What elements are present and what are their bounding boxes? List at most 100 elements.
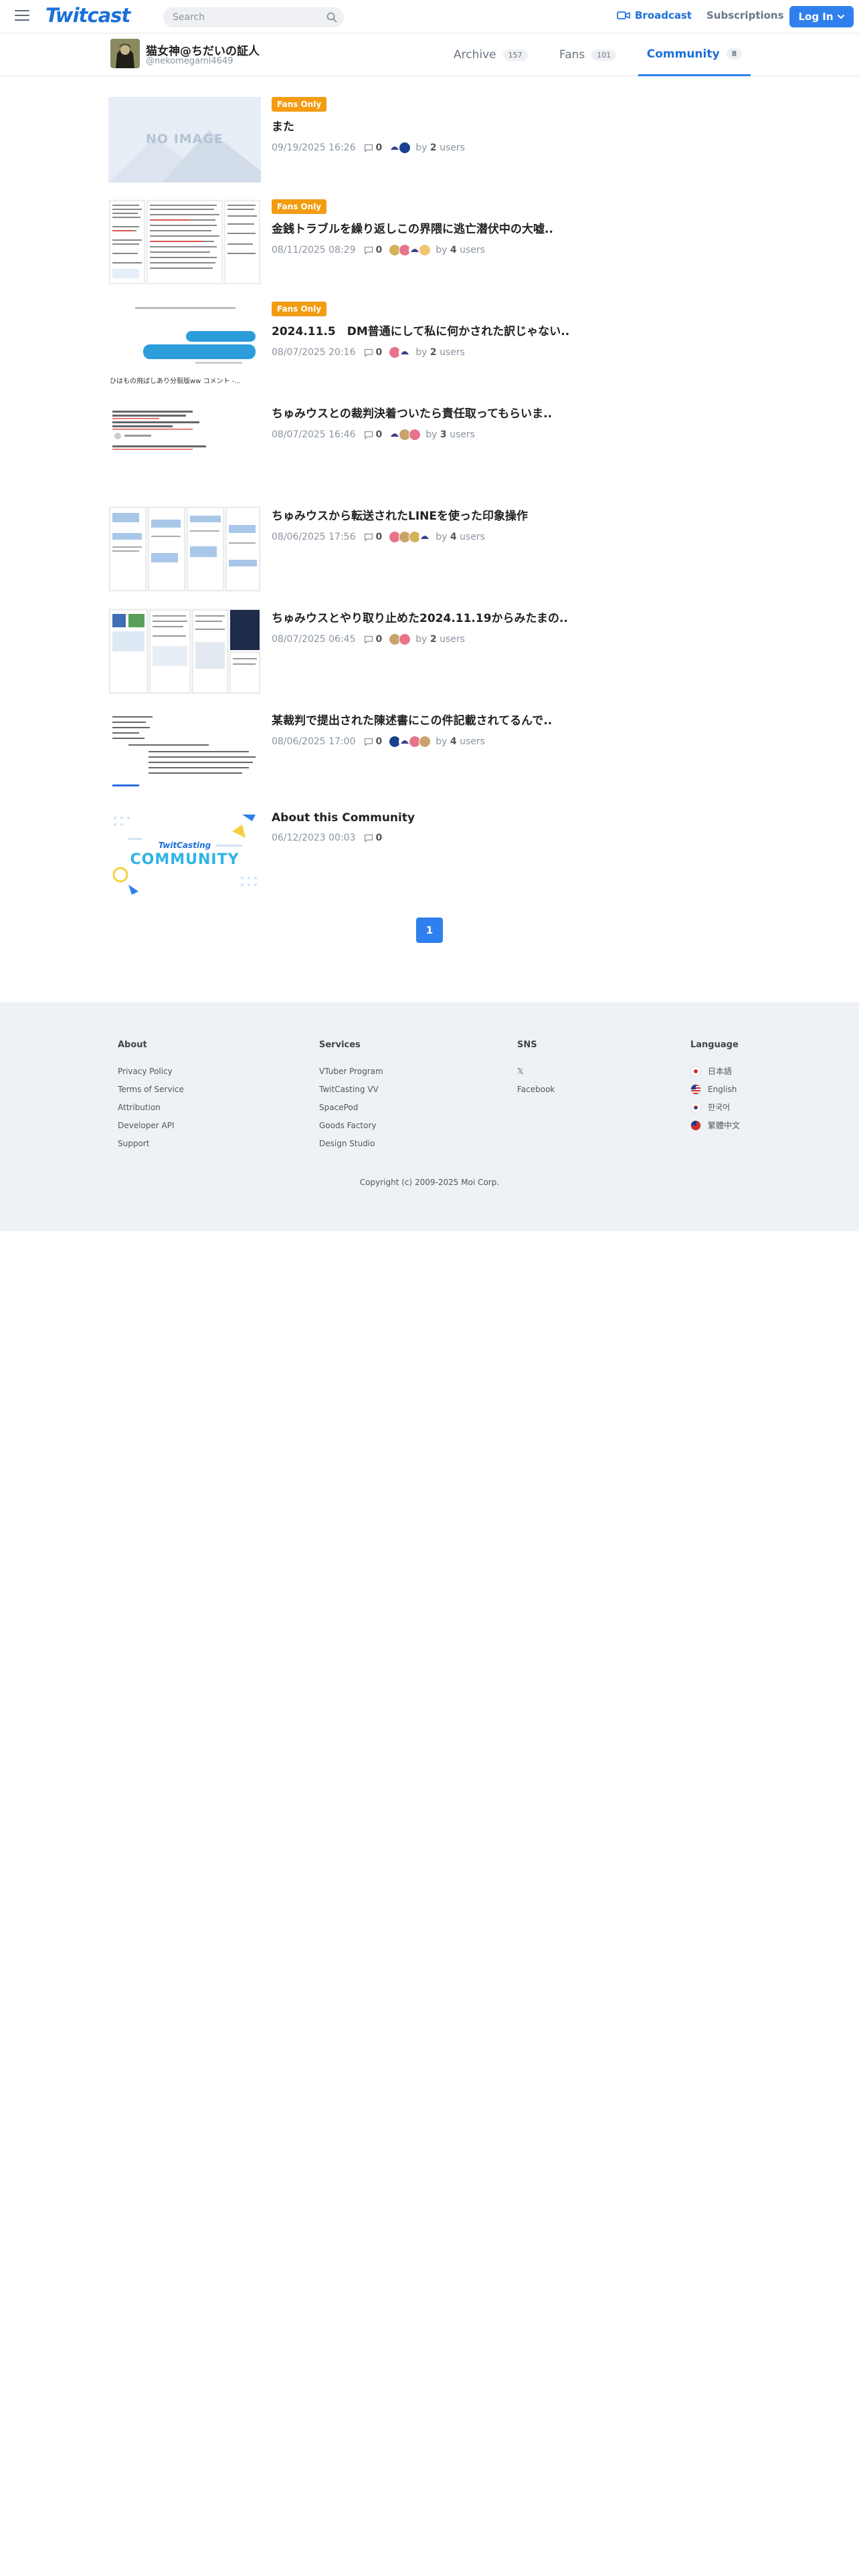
footer-link[interactable]: TwitCasting VV — [319, 1084, 383, 1094]
subscriptions-link[interactable]: Subscriptions — [706, 9, 784, 21]
search-icon[interactable] — [326, 12, 337, 23]
footer-link[interactable]: Developer API — [118, 1120, 184, 1130]
footer-sns: SNS 𝕏 Facebook — [517, 1040, 555, 1102]
by-users-text: by 2 users — [415, 634, 465, 645]
user-avatar-icon — [399, 346, 411, 358]
comment-count: 0 — [364, 245, 382, 255]
post-title[interactable]: また — [272, 117, 740, 134]
post-meta: 08/07/2025 16:46 0 by 3 users — [272, 429, 740, 441]
footer: About Privacy Policy Terms of Service At… — [0, 1002, 859, 1231]
comment-count: 0 — [364, 347, 382, 358]
comment-icon — [364, 834, 373, 843]
broadcast-button[interactable]: Broadcast — [617, 9, 692, 21]
avatar[interactable] — [110, 39, 140, 68]
post-body: Fans Only 金銭トラブルを繰り返しこの界隈に逃亡潜伏中の大嘘.. 08/… — [272, 199, 740, 256]
user-avatar-icon — [419, 244, 432, 256]
footer-link[interactable]: SpacePod — [319, 1102, 383, 1112]
post-thumbnail[interactable]: ひはもの飛ばしあり分裂版ww コメント -... — [108, 302, 261, 387]
post-meta: 08/07/2025 06:45 0 by 2 users — [272, 633, 740, 645]
post-thumbnail[interactable] — [108, 711, 261, 796]
fans-only-badge: Fans Only — [272, 302, 327, 316]
liked-users[interactable] — [389, 346, 411, 358]
korea-flag-icon — [690, 1101, 701, 1113]
language-japanese[interactable]: 日本語 — [690, 1065, 740, 1077]
by-users-text: by 2 users — [415, 142, 465, 153]
us-flag-icon — [690, 1083, 701, 1095]
comment-icon — [364, 348, 373, 357]
footer-link[interactable]: Privacy Policy — [118, 1066, 184, 1076]
page-button-1[interactable]: 1 — [416, 918, 443, 943]
hamburger-menu-icon[interactable] — [15, 10, 29, 22]
video-camera-icon — [617, 11, 630, 19]
post-title[interactable]: About this Community — [272, 811, 740, 825]
tab-archive[interactable]: Archive 157 — [454, 33, 528, 76]
post-title[interactable]: 2024.11.5 DM普通にして私に何かされた訳じゃない.. — [272, 322, 740, 338]
login-button[interactable]: Log In — [789, 6, 854, 27]
liked-users[interactable] — [389, 244, 432, 256]
broadcast-label: Broadcast — [635, 9, 692, 21]
post-thumbnail[interactable] — [108, 199, 261, 285]
language-traditional-chinese[interactable]: 繁體中文 — [690, 1119, 740, 1131]
search-input[interactable] — [163, 7, 310, 27]
post-meta: 09/19/2025 16:26 0 by 2 users — [272, 142, 740, 154]
footer-link[interactable]: Attribution — [118, 1102, 184, 1112]
footer-link[interactable]: Terms of Service — [118, 1084, 184, 1094]
footer-link[interactable]: Support — [118, 1138, 184, 1148]
comment-count: 0 — [364, 142, 382, 153]
comment-icon — [364, 144, 373, 152]
tab-fans[interactable]: Fans 101 — [559, 33, 617, 76]
liked-users[interactable] — [389, 142, 411, 154]
liked-users[interactable] — [389, 531, 432, 543]
post-thumbnail[interactable]: TwitCasting COMMUNITY — [108, 811, 261, 897]
post-title[interactable]: ちゅみウスとやり取り止めた2024.11.19からみたまの.. — [272, 609, 740, 625]
footer-heading: About — [118, 1040, 147, 1050]
footer-heading: SNS — [517, 1040, 537, 1050]
community-post[interactable]: Fans Only 金銭トラブルを繰り返しこの界隈に逃亡潜伏中の大嘘.. 08/… — [108, 199, 751, 285]
community-post[interactable]: ひはもの飛ばしあり分裂版ww コメント -... Fans Only 2024.… — [108, 302, 751, 387]
footer-link[interactable]: Goods Factory — [319, 1120, 383, 1130]
profile-bar: 猫女神@ちだいの証人 @nekomegami4649 Archive 157 F… — [0, 33, 859, 76]
facebook-link[interactable]: Facebook — [517, 1084, 555, 1094]
user-avatar-icon — [419, 531, 432, 543]
community-post[interactable]: ちゅみウスとやり取り止めた2024.11.19からみたまの.. 08/07/20… — [108, 609, 751, 694]
twitcast-logo[interactable]: Twitcast — [45, 4, 130, 27]
post-date: 08/06/2025 17:00 — [272, 736, 356, 747]
twitcasting-brand: TwitCasting — [158, 841, 211, 850]
footer-services: Services VTuber Program TwitCasting VV S… — [319, 1040, 383, 1156]
tab-label: Fans — [559, 48, 585, 62]
footer-heading: Language — [690, 1040, 739, 1050]
footer-heading: Services — [319, 1040, 361, 1050]
x-link[interactable]: 𝕏 — [517, 1066, 555, 1076]
by-users-text: by 4 users — [436, 532, 485, 542]
liked-users[interactable] — [389, 633, 411, 645]
post-title[interactable]: 某裁判で提出された陳述書にこの件記載されてるんで.. — [272, 711, 740, 728]
community-post[interactable]: NO IMAGE Fans Only また 09/19/2025 16:26 0… — [108, 97, 751, 183]
user-avatar-icon — [409, 429, 421, 441]
community-post[interactable]: ちゅみウスから転送されたLINEを使った印象操作 08/06/2025 17:5… — [108, 506, 751, 592]
post-title[interactable]: ちゅみウスとの裁判決着ついたら責任取ってもらいま.. — [272, 404, 740, 421]
comment-count: 0 — [364, 833, 382, 843]
post-title[interactable]: ちゅみウスから転送されたLINEを使った印象操作 — [272, 506, 740, 523]
thumbnail-caption: ひはもの飛ばしあり分裂版ww コメント -... — [110, 378, 241, 385]
liked-users[interactable] — [389, 736, 432, 748]
liked-users[interactable] — [389, 429, 421, 441]
by-users-text: by 4 users — [436, 736, 485, 747]
community-post[interactable]: ちゅみウスとの裁判決着ついたら責任取ってもらいま.. 08/07/2025 16… — [108, 404, 751, 490]
footer-link[interactable]: Design Studio — [319, 1138, 383, 1148]
post-thumbnail[interactable] — [108, 506, 261, 592]
tab-community[interactable]: Community 8 — [638, 33, 751, 76]
post-thumbnail[interactable] — [108, 609, 261, 694]
post-date: 08/07/2025 16:46 — [272, 429, 356, 440]
community-post[interactable]: TwitCasting COMMUNITY About this Communi… — [108, 811, 751, 897]
language-english[interactable]: English — [690, 1083, 740, 1095]
fans-only-badge: Fans Only — [272, 97, 327, 112]
community-post[interactable]: 某裁判で提出された陳述書にこの件記載されてるんで.. 08/06/2025 17… — [108, 711, 751, 796]
tab-count: 101 — [591, 49, 617, 61]
footer-link[interactable]: VTuber Program — [319, 1066, 383, 1076]
post-thumbnail[interactable] — [108, 404, 261, 490]
language-korean[interactable]: 한국어 — [690, 1101, 740, 1113]
post-thumbnail[interactable]: NO IMAGE — [108, 97, 261, 183]
post-meta: 08/06/2025 17:56 0 by 4 users — [272, 531, 740, 543]
post-title[interactable]: 金銭トラブルを繰り返しこの界隈に逃亡潜伏中の大嘘.. — [272, 219, 740, 236]
post-date: 06/12/2023 00:03 — [272, 833, 356, 843]
